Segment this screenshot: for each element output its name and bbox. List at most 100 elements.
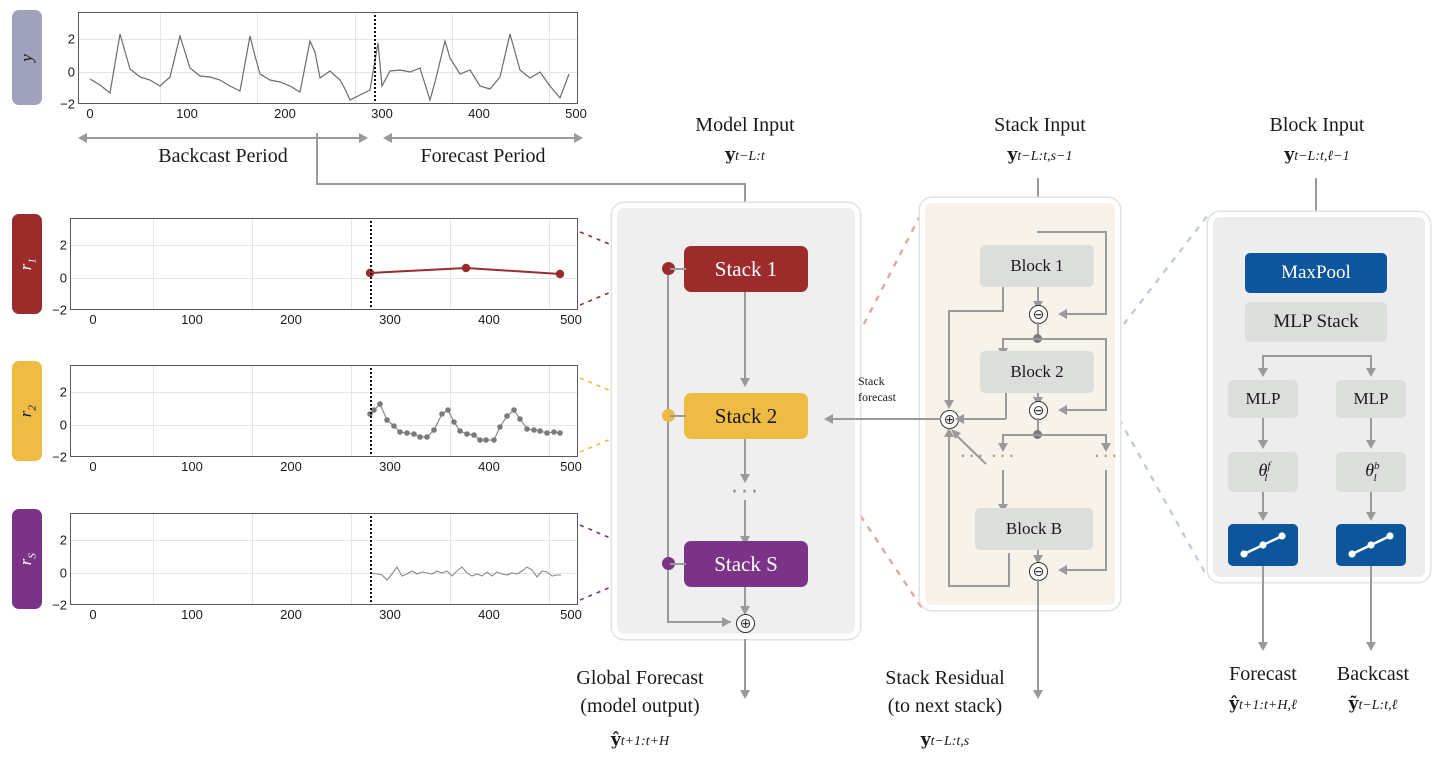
stack-input-math-sub: t−L:t,s−1 [1017, 149, 1073, 164]
r2-line [367, 401, 563, 443]
r1-xtick-3: 300 [379, 312, 401, 327]
forecast-basis-node[interactable] [1228, 524, 1298, 566]
global-forecast-math-sub: t+1:t+H [620, 734, 670, 749]
stack-plus-symbol: ⊕ [943, 411, 956, 428]
stack-forecast-out-line [828, 418, 941, 420]
block-1-node[interactable]: Block 1 [980, 245, 1094, 287]
mlp-to-thetab-arrow [1366, 440, 1376, 449]
linear-basis-icon [1348, 532, 1394, 558]
rS-plot: 2 0 −2 0 100 200 300 400 500 [52, 513, 582, 622]
backcast-footer-math-sub: t−L:t,ℓ [1358, 698, 1398, 713]
r2-xtick-4: 400 [478, 459, 500, 474]
top-ytick-1: 0 [67, 64, 75, 80]
backcast-period-label: Backcast Period [158, 145, 288, 167]
rS-line [369, 565, 561, 581]
stack-residual-label-2: (to next stack) [887, 695, 1003, 717]
stack-residual-arrow [1033, 690, 1043, 699]
minus1-skip-arrow [1058, 405, 1067, 415]
plus-feed-bottom [948, 585, 1010, 587]
block-2-label: Block 2 [1010, 362, 1064, 381]
rS-ytick-0: 2 [59, 532, 67, 548]
stack-1-node[interactable]: Stack 1 [684, 246, 808, 292]
r1-badge: r1 [12, 214, 42, 314]
residual-panel-rS: rS 2 0 −2 0 100 200 300 400 500 [0, 503, 600, 622]
block-b-node[interactable]: Block B [975, 508, 1093, 550]
r2-xtick-1: 100 [181, 459, 203, 474]
mlp-backcast-node[interactable]: MLP [1336, 380, 1406, 418]
mlp-to-thetaf-arrow [1258, 440, 1268, 449]
minus1-skip-right [1105, 338, 1107, 410]
stack1-to-stack2-line [744, 292, 746, 380]
plus-diag-feed [951, 429, 987, 465]
stackS-tap-link [670, 563, 686, 565]
model-input-math-y: y [725, 145, 736, 165]
stack1-to-stack2-arrow [740, 378, 750, 387]
mlp-fork-bar [1262, 355, 1370, 357]
stack-2-node[interactable]: Stack 2 [684, 393, 808, 439]
block-input-math-y: y [1284, 145, 1295, 165]
block1-forecast-plus-arrow [944, 400, 954, 409]
model-input-header: Model Input [695, 114, 795, 136]
theta-forecast-node[interactable]: θfl [1228, 452, 1298, 492]
blockB-skip-into-minus [1062, 569, 1107, 571]
rS-xtick-1: 100 [181, 607, 203, 622]
mlp-forecast-node[interactable]: MLP [1228, 380, 1298, 418]
blockB-skip-right [1105, 470, 1107, 570]
stack-s-node[interactable]: Stack S [684, 541, 808, 587]
stack-s-label: Stack S [714, 551, 778, 576]
backcast-basis-node[interactable] [1336, 524, 1406, 566]
global-forecast-label-1: Global Forecast [576, 667, 704, 689]
stack-input-math: yt−L:t,s−1 [935, 145, 1145, 165]
forecast-split-line [374, 15, 376, 101]
top-series-plot: 2 0 −2 0 100 200 300 400 500 [60, 12, 587, 121]
ellipsis-to-stackS-line [744, 500, 746, 540]
block1-minus-symbol: ⊖ [1032, 306, 1045, 323]
rS-badge-label: rS [15, 552, 39, 566]
minus2-split-bar [1002, 434, 1107, 436]
block1-forecast-left [948, 310, 1004, 312]
thetaf-to-basis-arrow [1258, 512, 1268, 521]
block1-forecast-down [1002, 287, 1004, 311]
y-axis-badge: y [12, 10, 42, 105]
stack-residual-math: yt−L:t,s [860, 730, 1030, 750]
top-ytick-0: 2 [67, 31, 75, 47]
stack-forecast-label: Stack forecast [858, 373, 928, 405]
r2-ytick-2: −2 [52, 449, 67, 465]
stack-forecast-label-line1: Stack [858, 374, 885, 388]
maxpool-node[interactable]: MaxPool [1245, 253, 1387, 293]
theta-backcast-node[interactable]: θbl [1336, 452, 1406, 492]
r1-xtick-5: 500 [560, 312, 582, 327]
block-input-math: yt−L:t,ℓ−1 [1212, 145, 1422, 165]
plus-feed-bottom-up [1008, 553, 1010, 587]
backcast-out-arrow [1366, 642, 1376, 651]
forecast-period-label: Forecast Period [420, 145, 546, 167]
r2-xtick-3: 300 [379, 459, 401, 474]
block1-skip-top [1037, 231, 1107, 233]
linear-basis-icon [1240, 532, 1286, 558]
backcast-period-arrow [78, 133, 368, 143]
forecast-footer-math-y: ŷ [1229, 694, 1240, 714]
forecast-period-arrow [383, 133, 583, 143]
y-axis-badge-label: y [16, 53, 36, 62]
r1-ytick-2: −2 [52, 302, 67, 318]
stack-residual-math-sub: t−L:t,s [930, 734, 970, 749]
theta-backcast-label: θbl [1365, 460, 1380, 484]
model-input-math-sub: t−L:t [735, 149, 765, 164]
backcast-out-line [1370, 566, 1372, 646]
mlp-forecast-label: MLP [1245, 389, 1281, 408]
r2-xtick-0: 0 [89, 459, 97, 474]
rS-ytick-1: 0 [59, 565, 67, 581]
r2-ytick-0: 2 [59, 384, 67, 400]
block-2-node[interactable]: Block 2 [980, 351, 1094, 393]
backcast-footer-label: Backcast [1336, 663, 1410, 685]
r1-line [365, 263, 565, 279]
mlp-stack-node[interactable]: MLP Stack [1245, 302, 1387, 342]
block-b-label: Block B [1005, 519, 1063, 538]
block1-skip-right [1105, 231, 1107, 314]
minus1-skip-into-minus2 [1062, 409, 1107, 411]
top-xtick-4: 400 [468, 106, 490, 121]
stack-2-label: Stack 2 [714, 403, 778, 428]
r1-badge-label: r1 [15, 257, 39, 271]
forecast-tap-arrow [722, 617, 731, 627]
block-1-label: Block 1 [1010, 256, 1064, 275]
